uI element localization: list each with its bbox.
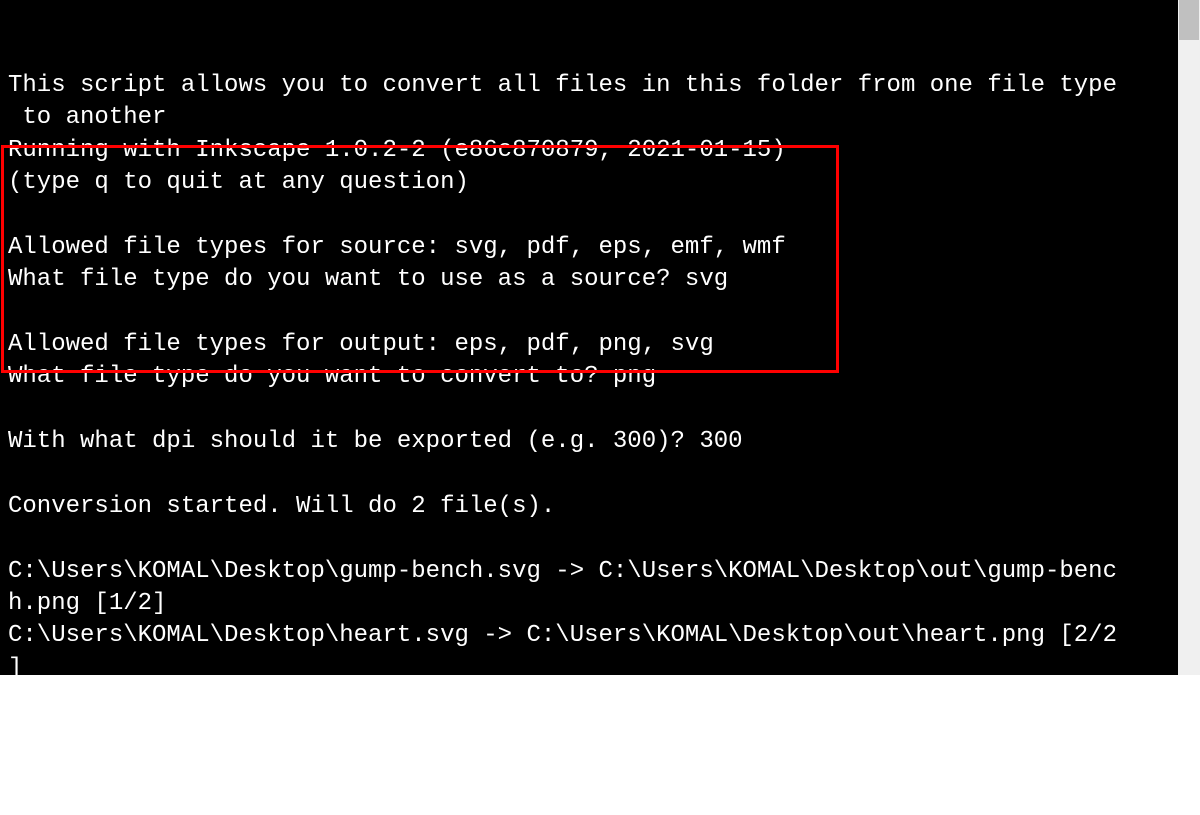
scrollbar-thumb[interactable] [1179,0,1199,40]
terminal-line [8,199,1170,231]
terminal-line: Allowed file types for source: svg, pdf,… [8,232,1170,264]
terminal-line: C:\Users\KOMAL\Desktop\heart.svg -> C:\U… [8,620,1170,652]
terminal-line: What file type do you want to convert to… [8,361,1170,393]
terminal-line: h.png [1/2] [8,588,1170,620]
terminal-line: to another [8,102,1170,134]
terminal-line: 2 file(s) converted from svg to png (Sav… [8,718,1170,750]
terminal-line [8,685,1170,717]
terminal-window[interactable]: This script allows you to convert all fi… [0,0,1178,675]
terminal-line: Allowed file types for output: eps, pdf,… [8,329,1170,361]
terminal-line [8,394,1170,426]
terminal-line: Running with Inkscape 1.0.2-2 (e86c87087… [8,135,1170,167]
terminal-line: What file type do you want to use as a s… [8,264,1170,296]
scrollbar-track[interactable] [1178,0,1200,675]
terminal-line: Conversion started. Will do 2 file(s). [8,491,1170,523]
terminal-line: ] [8,653,1170,685]
terminal-line [8,523,1170,555]
terminal-line: This script allows you to convert all fi… [8,70,1170,102]
terminal-line: C:\Users\KOMAL\Desktop\gump-bench.svg ->… [8,556,1170,588]
terminal-line [8,458,1170,490]
terminal-line: (type q to quit at any question) [8,167,1170,199]
terminal-line [8,297,1170,329]
terminal-line: With what dpi should it be exported (e.g… [8,426,1170,458]
